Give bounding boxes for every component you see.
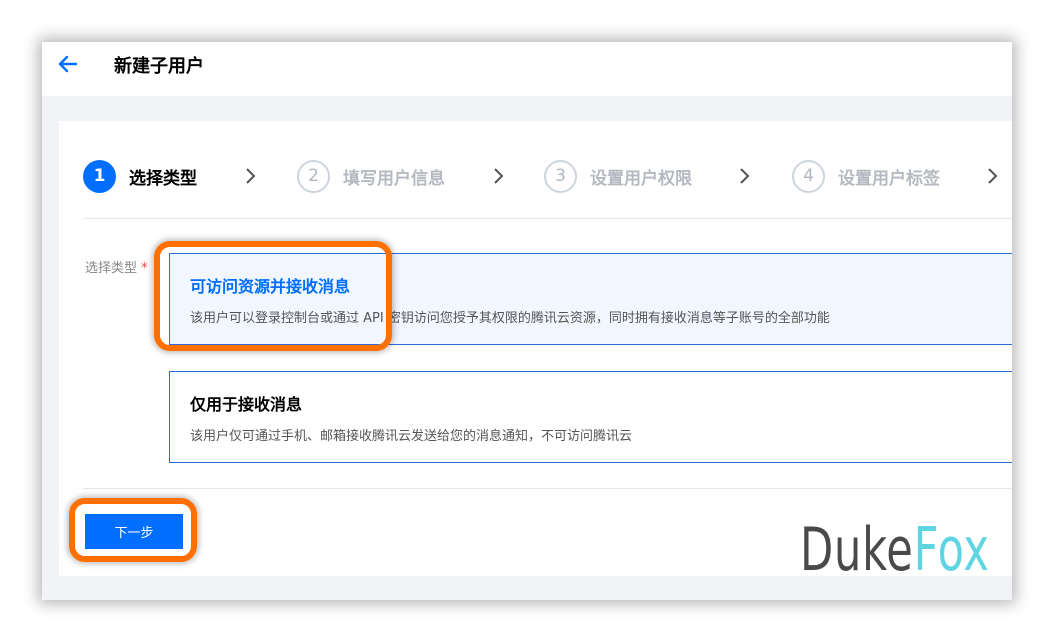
highlight-box-next-button: [69, 498, 197, 562]
step-indicator: 1 选择类型 2 填写用户信息 3 设置用户权限 4 设置用户标签: [83, 159, 1012, 195]
step-3-label: 设置用户权限: [590, 168, 692, 189]
step-4-number: 4: [792, 159, 825, 193]
page-title: 新建子用户: [114, 56, 204, 77]
step-2-label: 填写用户信息: [343, 168, 445, 189]
chevron-right-icon: [988, 168, 998, 184]
required-mark: *: [141, 261, 148, 276]
step-1: 1 选择类型: [83, 159, 197, 193]
watermark-duke: Duke: [800, 515, 914, 585]
type-field-label: 选择类型 *: [85, 257, 148, 276]
divider: [83, 488, 1012, 489]
back-arrow-icon[interactable]: [56, 52, 80, 76]
step-1-label: 选择类型: [129, 168, 197, 189]
dukefox-watermark-logo: DukeFox: [800, 514, 990, 586]
step-4-label: 设置用户标签: [838, 168, 940, 189]
step-3-number: 3: [544, 159, 577, 193]
watermark-fox: Fox: [913, 515, 990, 585]
option-description: 该用户仅可通过手机、邮箱接收腾讯云发送给您的消息通知，不可访问腾讯云: [190, 429, 633, 444]
chevron-right-icon: [740, 168, 750, 184]
divider: [83, 218, 1012, 219]
type-label-text: 选择类型: [85, 261, 138, 276]
option-receive-messages-only[interactable]: 仅用于接收消息 该用户仅可通过手机、邮箱接收腾讯云发送给您的消息通知，不可访问腾…: [169, 371, 1012, 463]
step-3: 3 设置用户权限: [544, 159, 692, 193]
page-header: 新建子用户: [42, 42, 1012, 96]
option-title: 仅用于接收消息: [190, 395, 303, 414]
step-1-number: 1: [83, 159, 116, 193]
chevron-right-icon: [494, 168, 504, 184]
step-2-number: 2: [297, 159, 330, 193]
chevron-right-icon: [246, 168, 256, 184]
highlight-box-option: [154, 241, 392, 351]
step-4: 4 设置用户标签: [792, 159, 940, 193]
step-2: 2 填写用户信息: [297, 159, 445, 193]
